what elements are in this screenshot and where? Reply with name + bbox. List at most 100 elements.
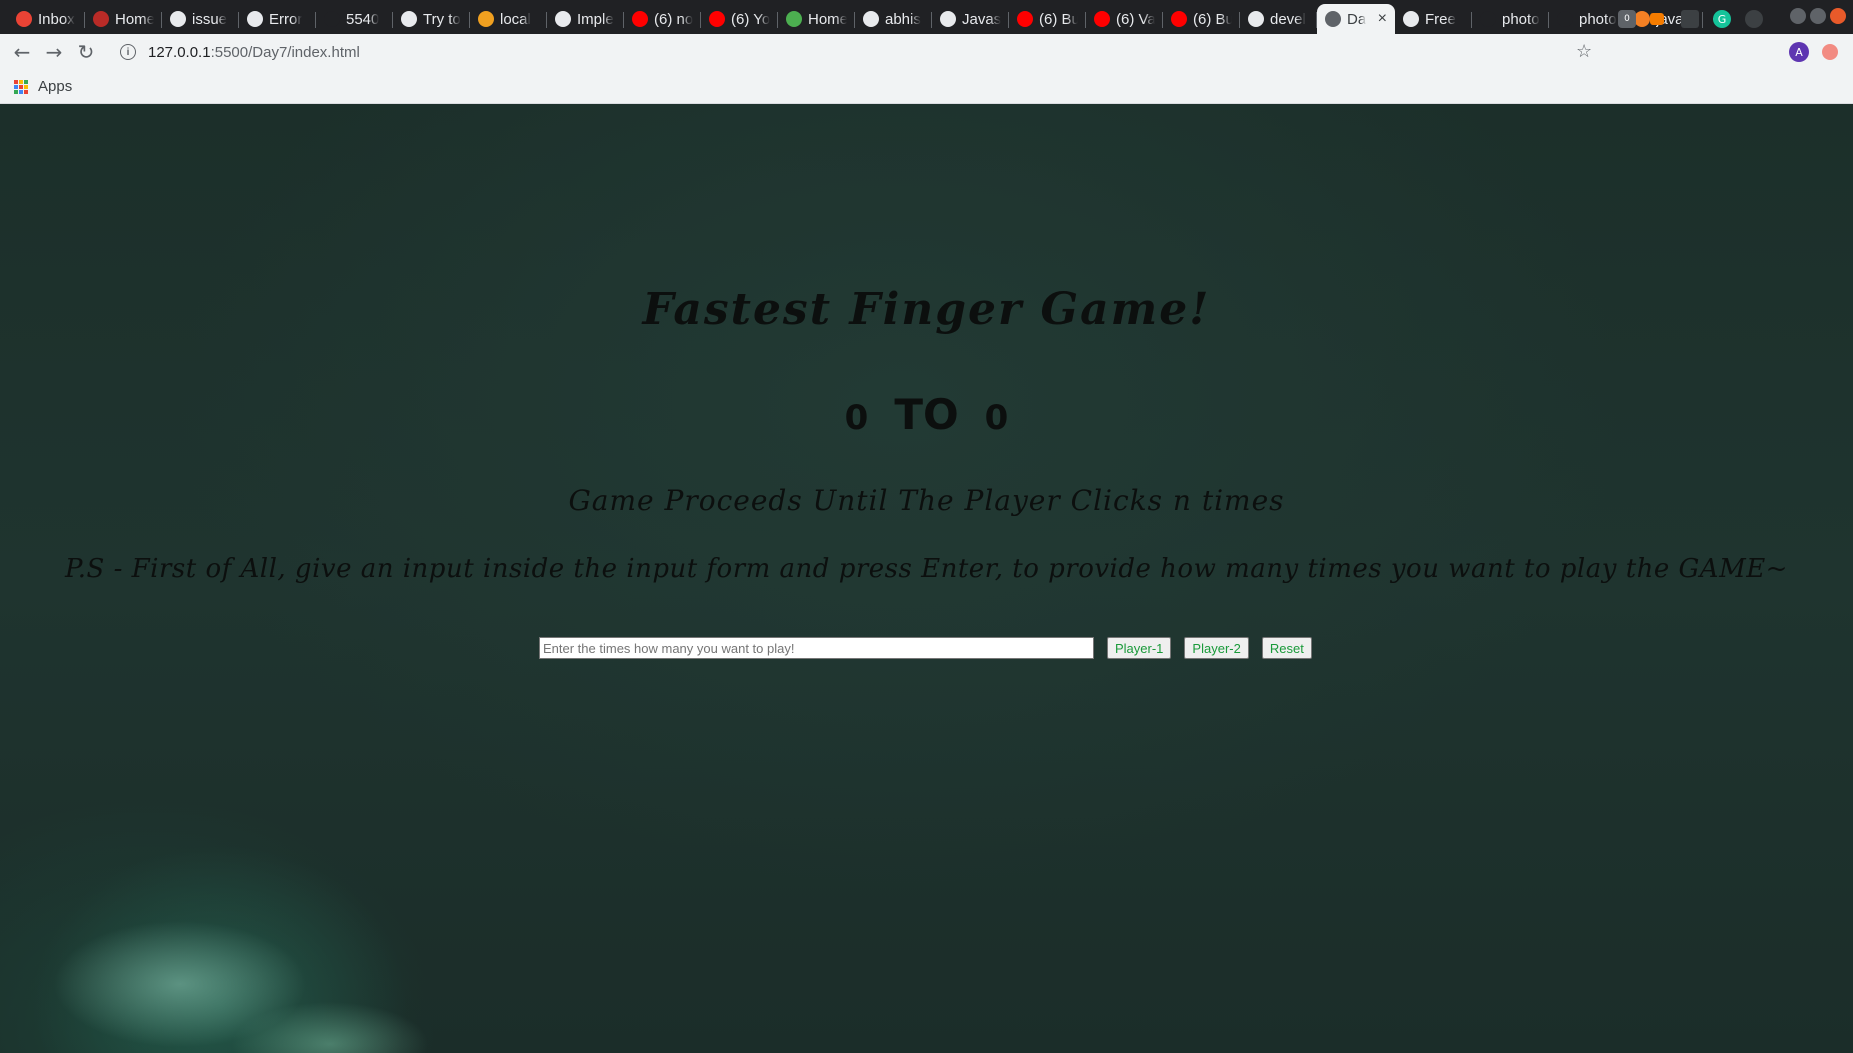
score-separator: TO xyxy=(894,390,959,439)
profile-avatar[interactable]: A xyxy=(1789,42,1809,62)
tab-strip: Inbox Home issue Error 5540 Try to local Imple (… xyxy=(0,0,1853,34)
browser-tab[interactable]: photo xyxy=(1472,4,1549,34)
bookmark-star-icon[interactable]: ☆ xyxy=(1576,41,1592,62)
tab-title: Error xyxy=(269,10,303,28)
page-title: Fastest Finger Game! xyxy=(642,284,1211,335)
browser-tab[interactable]: photo xyxy=(1549,4,1626,34)
player1-button[interactable]: Player-1 xyxy=(1107,637,1172,659)
browser-tab[interactable]: 5540 xyxy=(316,4,393,34)
profile-initial: A xyxy=(1795,45,1803,59)
tab-title: Home xyxy=(808,10,847,28)
tab-title: photo xyxy=(1579,10,1617,28)
maximize-window-button[interactable] xyxy=(1810,8,1826,24)
gmail-icon xyxy=(16,11,32,27)
browser-tab[interactable]: (6) Va xyxy=(1086,4,1163,34)
url-path: :5500/Day7/index.html xyxy=(210,43,360,61)
tab-title: Try to xyxy=(423,10,461,28)
tab-title: photo xyxy=(1502,10,1540,28)
github-icon xyxy=(555,11,571,27)
browser-tab[interactable]: devel xyxy=(1240,4,1317,34)
tab-title: Free xyxy=(1425,10,1456,28)
tab-title: (6) Yo xyxy=(731,10,770,28)
github-icon xyxy=(170,11,186,27)
close-tab-icon[interactable]: × xyxy=(1378,10,1387,28)
github-extension-icon[interactable] xyxy=(1745,10,1763,28)
game-controls: Player-1 Player-2 Reset xyxy=(539,637,1312,659)
github-icon xyxy=(940,11,956,27)
tab-title: Inbox xyxy=(38,10,75,28)
ghostery-extension-icon[interactable]: 0 xyxy=(1618,10,1636,28)
instruction-note: P.S - First of All, give an input inside… xyxy=(65,554,1788,584)
browser-tab[interactable]: Home xyxy=(778,4,855,34)
browser-tab[interactable]: Error xyxy=(239,4,316,34)
tab-title: 5540 xyxy=(346,10,380,28)
player2-score: 0 xyxy=(984,398,1009,438)
browser-tab[interactable]: local xyxy=(470,4,547,34)
browser-tab[interactable]: Da × xyxy=(1317,4,1395,34)
reload-button[interactable]: ↻ xyxy=(70,36,102,68)
tab-title: Da xyxy=(1347,10,1367,28)
tab-title: local xyxy=(500,10,531,28)
eyedropper-extension-icon[interactable] xyxy=(1681,10,1699,28)
blank-icon xyxy=(324,11,340,27)
browser-tab[interactable]: Imple xyxy=(547,4,624,34)
bookmarks-bar: Apps xyxy=(0,70,1853,104)
site-info-icon[interactable]: i xyxy=(120,44,136,60)
youtube-icon xyxy=(709,11,725,27)
tab-title: (6) Va xyxy=(1116,10,1155,28)
github-icon xyxy=(401,11,417,27)
browser-tab[interactable]: issue xyxy=(162,4,239,34)
tab-title: (6) Bu xyxy=(1193,10,1232,28)
back-button[interactable]: ← xyxy=(6,36,38,68)
github-icon xyxy=(863,11,879,27)
youtube-icon xyxy=(632,11,648,27)
tab-title: abhis xyxy=(885,10,921,28)
address-bar[interactable]: i 127.0.0.1:5500/Day7/index.html xyxy=(120,37,1580,67)
browser-tab[interactable]: Try to xyxy=(393,4,470,34)
extension-badge: 0 xyxy=(1624,14,1630,24)
apps-bookmark[interactable]: Apps xyxy=(38,78,72,95)
browser-tab[interactable]: (6) Bu xyxy=(1009,4,1086,34)
globe-icon xyxy=(1325,11,1341,27)
netlify-icon xyxy=(478,11,494,27)
browser-tab[interactable]: abhis xyxy=(855,4,932,34)
player1-score: 0 xyxy=(844,398,869,438)
apps-grid-icon xyxy=(14,79,28,94)
leaf-icon xyxy=(786,11,802,27)
orange-extension-icon[interactable] xyxy=(1650,13,1664,25)
stackoverflow-icon xyxy=(1634,11,1650,27)
youtube-icon xyxy=(1171,11,1187,27)
browser-tab[interactable]: Home xyxy=(85,4,162,34)
github-icon xyxy=(1248,11,1264,27)
browser-tab[interactable]: Inbox xyxy=(8,4,85,34)
browser-tab[interactable]: Javas xyxy=(932,4,1009,34)
reset-button[interactable]: Reset xyxy=(1261,637,1312,659)
browser-tab[interactable]: (6) Yo xyxy=(701,4,778,34)
browser-tab[interactable]: (6) no xyxy=(624,4,701,34)
youtube-icon xyxy=(1017,11,1033,27)
tab-title: Imple xyxy=(577,10,614,28)
tab-title: Home xyxy=(115,10,154,28)
browser-tab[interactable]: Free xyxy=(1395,4,1472,34)
browser-tab[interactable]: (6) Bu xyxy=(1163,4,1240,34)
blank-icon xyxy=(1480,11,1496,27)
quora-icon xyxy=(93,11,109,27)
tab-title: devel xyxy=(1270,10,1306,28)
player2-button[interactable]: Player-2 xyxy=(1184,637,1249,659)
blank-icon xyxy=(1557,11,1573,27)
tab-title: (6) no xyxy=(654,10,693,28)
youtube-icon xyxy=(1094,11,1110,27)
game-page: Fastest Finger Game! 0 TO 0 Game Proceed… xyxy=(0,104,1853,1053)
forward-button[interactable]: → xyxy=(38,36,70,68)
update-icon[interactable] xyxy=(1822,44,1838,60)
close-window-button[interactable] xyxy=(1830,8,1846,24)
minimize-window-button[interactable] xyxy=(1790,8,1806,24)
times-input[interactable] xyxy=(539,637,1094,659)
github-icon xyxy=(247,11,263,27)
grammarly-extension-icon[interactable]: G xyxy=(1713,10,1731,28)
tab-title: issue xyxy=(192,10,228,28)
tab-title: (6) Bu xyxy=(1039,10,1078,28)
url-host: 127.0.0.1 xyxy=(148,43,211,61)
unsplash-icon xyxy=(1403,11,1419,27)
tab-title: Javas xyxy=(962,10,1001,28)
